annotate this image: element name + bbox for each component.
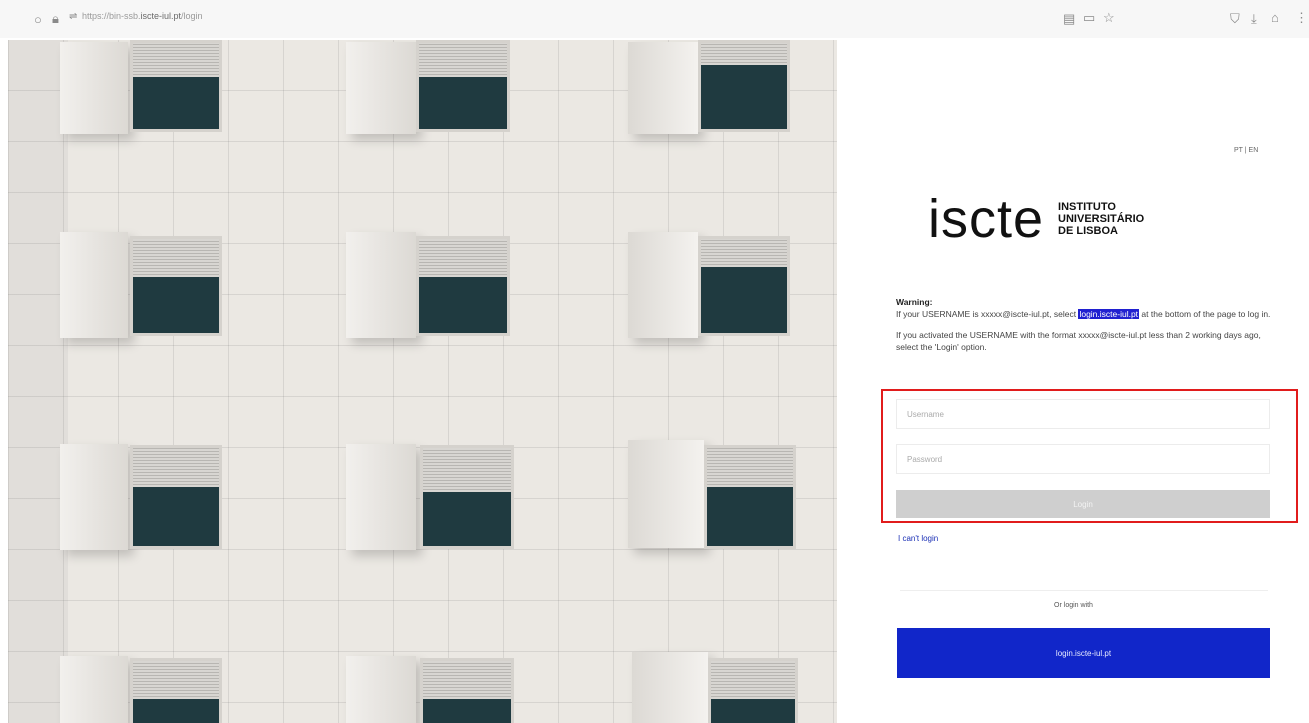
pocket-icon[interactable]: ⛉ (1230, 12, 1240, 25)
facade-window (420, 445, 514, 549)
facade-window (130, 658, 222, 723)
url-suffix: /login (181, 11, 203, 21)
logo-subtitle: INSTITUTO UNIVERSITÁRIO DE LISBOA (1058, 201, 1144, 237)
logo-line: UNIVERSITÁRIO (1058, 213, 1145, 225)
lock-icon[interactable]: 🔒︎ (52, 12, 59, 25)
facade-window (416, 40, 510, 132)
facade-panel (60, 444, 128, 550)
facade-panel (346, 42, 416, 134)
facade-panel (632, 652, 708, 723)
iscte-logo: iscte INSTITUTO UNIVERSITÁRIO DE LISBOA (928, 188, 1144, 250)
facade-window (708, 658, 798, 723)
key-icon[interactable]: ▭ (1083, 11, 1095, 24)
facade-window (130, 445, 222, 549)
facade-panel (628, 232, 698, 338)
facade-panel (628, 42, 698, 134)
login-panel: PT | EN iscte INSTITUTO UNIVERSITÁRIO DE… (838, 40, 1309, 723)
sso-login-button[interactable]: login.iscte-iul.pt (897, 628, 1270, 678)
facade-panel (60, 232, 128, 338)
facade-window (698, 40, 790, 132)
facade-panel (628, 440, 704, 548)
divider (900, 590, 1268, 591)
warning-highlight-link: login.iscte-iul.pt (1078, 309, 1140, 319)
warning-text: at the bottom of the page to log in. (1139, 309, 1271, 319)
shield-icon[interactable]: ○ (34, 13, 42, 26)
facade-window (416, 236, 510, 336)
facade-window (420, 658, 514, 723)
permissions-icon[interactable]: ⇌ (69, 12, 77, 22)
url-prefix: https://bin-ssb. (82, 11, 141, 21)
username-input[interactable] (896, 399, 1270, 429)
warning-message: Warning: If your USERNAME is xxxxx@iscte… (896, 296, 1276, 362)
reader-icon[interactable]: ▤ (1063, 12, 1075, 25)
warning-paragraph: If your USERNAME is xxxxx@iscte-iul.pt, … (896, 308, 1276, 320)
star-icon[interactable]: ☆ (1103, 11, 1115, 24)
facade-panel (346, 656, 416, 723)
url-bar[interactable]: https://bin-ssb.iscte-iul.pt/login (82, 11, 203, 21)
warning-paragraph: If you activated the USERNAME with the f… (896, 330, 1261, 352)
hero-building-image (8, 40, 837, 723)
password-input[interactable] (896, 444, 1270, 474)
facade-window (130, 236, 222, 336)
facade-panel (60, 42, 128, 134)
facade-window (698, 236, 790, 336)
warning-title: Warning: (896, 297, 933, 307)
more-icon[interactable]: ⋮ (1295, 11, 1308, 24)
home-icon[interactable]: ⌂ (1271, 11, 1279, 24)
logo-line: DE LISBOA (1058, 225, 1118, 237)
browser-toolbar: ○ 🔒︎ ⇌ https://bin-ssb.iscte-iul.pt/logi… (0, 0, 1309, 38)
download-icon[interactable]: ⤓ (1251, 12, 1257, 25)
facade-panel (346, 232, 416, 338)
facade-panel (346, 444, 416, 550)
facade-tiles (8, 40, 837, 723)
login-button[interactable]: Login (896, 490, 1270, 518)
logo-wordmark: iscte (928, 189, 1045, 249)
facade-window (704, 445, 796, 549)
shadow-band (8, 40, 68, 723)
or-login-with-label: Or login with (1054, 602, 1093, 609)
warning-text: If your USERNAME is xxxxx@iscte-iul.pt, … (896, 309, 1079, 319)
url-domain: iscte-iul.pt (140, 11, 182, 21)
cant-login-link[interactable]: I can't login (898, 534, 938, 543)
facade-panel (60, 656, 128, 723)
facade-window (130, 40, 222, 132)
language-switcher[interactable]: PT | EN (1234, 147, 1258, 154)
logo-line: INSTITUTO (1058, 201, 1116, 213)
